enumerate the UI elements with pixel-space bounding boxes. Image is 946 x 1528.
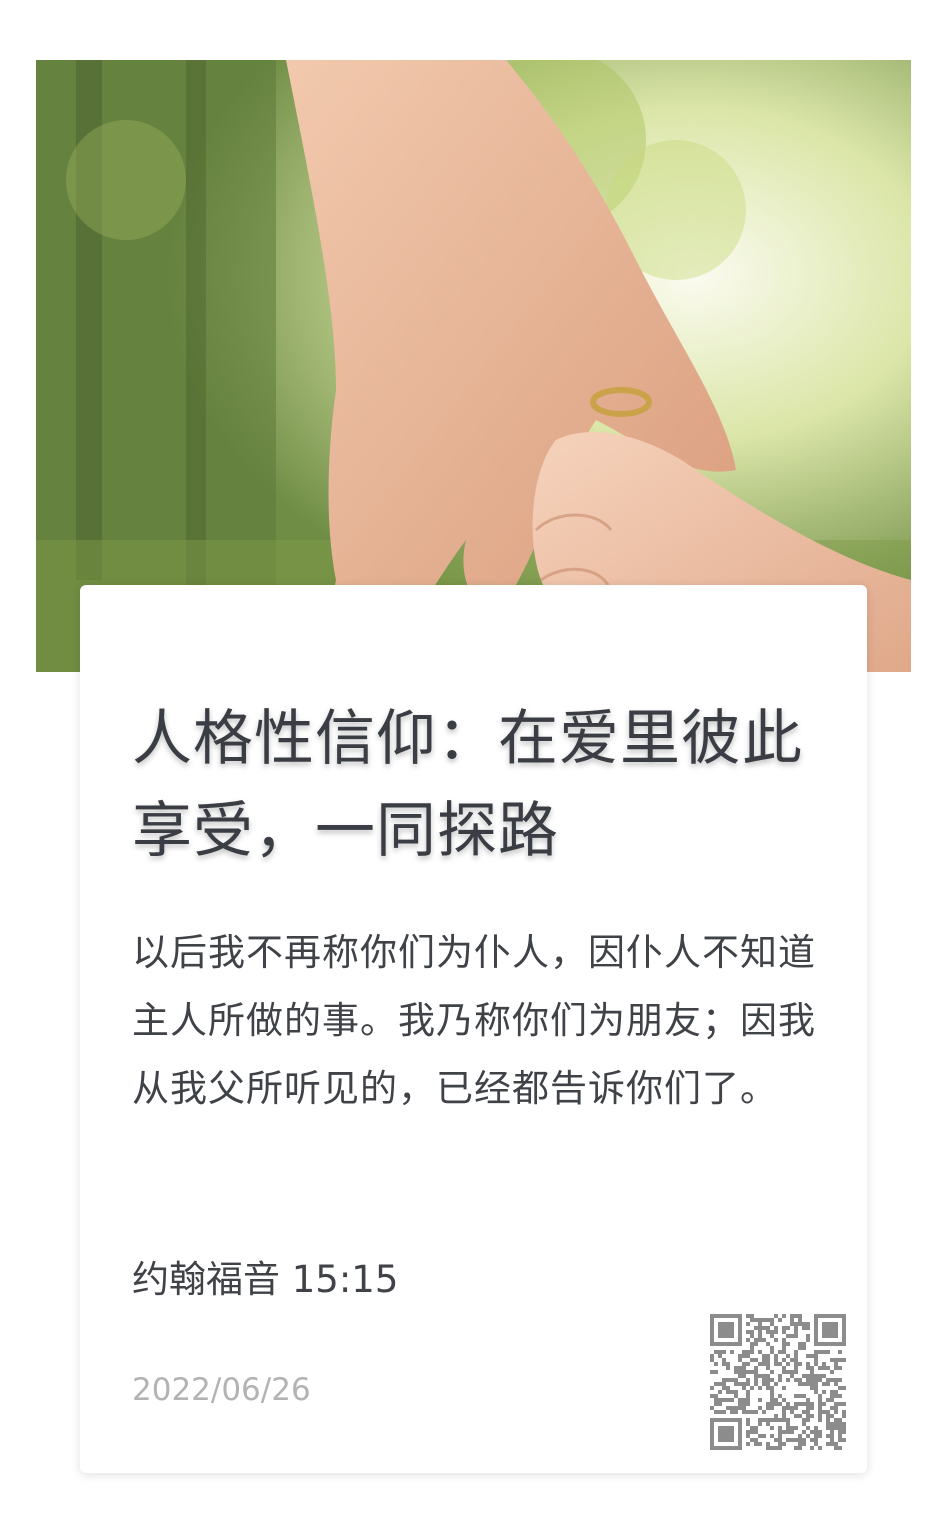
post-card: 人格性信仰：在爱里彼此享受，一同探路 以后我不再称你们为仆人，因仆人不知道主人所… [80, 585, 867, 1473]
qr-code-icon[interactable] [710, 1314, 846, 1450]
scripture-reference: 约翰福音 15:15 [132, 1258, 399, 1301]
scripture-quote: 以后我不再称你们为仆人，因仆人不知道主人所做的事。我乃称你们为朋友；因我从我父所… [132, 931, 816, 1110]
share-poster: 人格性信仰：在爱里彼此享受，一同探路 以后我不再称你们为仆人，因仆人不知道主人所… [0, 0, 946, 1528]
hero-photo [36, 60, 911, 672]
post-date: 2022/06/26 [132, 1372, 311, 1408]
post-title: 人格性信仰：在爱里彼此享受，一同探路 [132, 704, 803, 866]
